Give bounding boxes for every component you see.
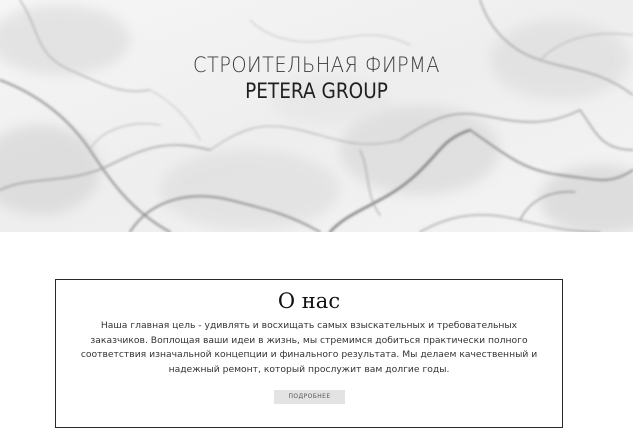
more-details-button[interactable]: ПОДРОБНЕЕ bbox=[274, 390, 345, 404]
about-title: О нас bbox=[277, 289, 341, 313]
marble-background bbox=[0, 0, 633, 232]
hero-section: СТРОИТЕЛЬНАЯ ФИРМА PETERA GROUP bbox=[0, 0, 633, 232]
about-section: О нас Наша главная цель - удивлять и вос… bbox=[55, 279, 563, 428]
hero-heading: СТРОИТЕЛЬНАЯ ФИРМА PETERA GROUP bbox=[0, 52, 633, 104]
hero-title-line2: PETERA GROUP bbox=[245, 79, 388, 103]
hero-title-line1: СТРОИТЕЛЬНАЯ ФИРМА bbox=[193, 53, 440, 77]
about-description: Наша главная цель - удивлять и восхищать… bbox=[80, 320, 538, 375]
